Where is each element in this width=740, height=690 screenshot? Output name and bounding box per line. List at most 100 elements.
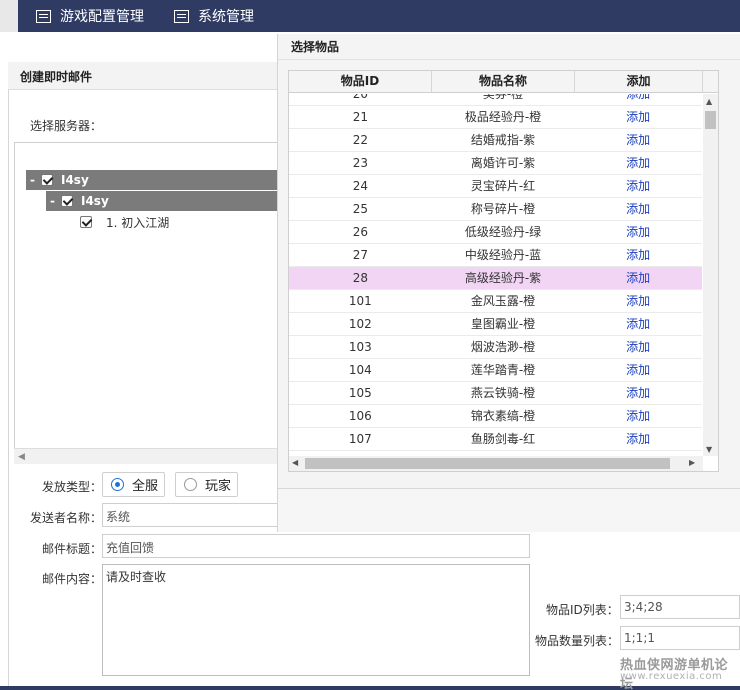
table-row[interactable]: 104 莲华踏青-橙 添加	[289, 359, 702, 382]
item-qty-label: 物品数量列表：	[535, 634, 620, 648]
page-title: 创建即时邮件	[20, 70, 93, 84]
add-item-link[interactable]: 添加	[574, 267, 702, 289]
grid-horizontal-scrollbar[interactable]: ◀ ▶	[289, 456, 703, 471]
item-id-cell: 20	[352, 94, 368, 101]
tree-horizontal-scrollbar[interactable]: ◀	[14, 448, 278, 464]
table-row[interactable]: 106 锦衣素缟-橙 添加	[289, 405, 702, 428]
item-name-cell: 称号碎片-橙	[470, 202, 536, 216]
add-item-link[interactable]: 添加	[574, 290, 702, 312]
add-item-link[interactable]: 添加	[574, 106, 702, 128]
radio-selected-icon[interactable]	[111, 478, 124, 491]
table-row[interactable]: 21 极品经验丹-橙 添加	[289, 106, 702, 129]
subject-label: 邮件标题：	[42, 542, 103, 556]
sender-input[interactable]: 系统	[102, 503, 278, 527]
item-name-cell: 锦衣素缟-橙	[470, 409, 536, 423]
table-row[interactable]: 103 烟波浩渺-橙 添加	[289, 336, 702, 359]
checkbox-child[interactable]	[60, 195, 73, 207]
checkbox-root[interactable]	[40, 174, 53, 186]
tree-node-root[interactable]: - I4sy	[26, 170, 278, 190]
collapse-icon[interactable]: -	[30, 173, 35, 187]
item-id-cell: 23	[352, 156, 368, 170]
item-name-cell: 烟波浩渺-橙	[470, 340, 536, 354]
add-item-link[interactable]: 添加	[574, 313, 702, 335]
add-item-link[interactable]: 添加	[574, 94, 702, 105]
tree-node-leaf[interactable]: 1. 初入江湖	[80, 212, 169, 232]
table-row[interactable]: 102 皇图霸业-橙 添加	[289, 313, 702, 336]
item-id-cell: 21	[352, 110, 368, 124]
table-row[interactable]: 24 灵宝碎片-红 添加	[289, 175, 702, 198]
item-name-cell: 皇图霸业-橙	[470, 317, 536, 331]
add-item-link[interactable]: 添加	[574, 129, 702, 151]
sender-label: 发送者名称：	[30, 511, 103, 525]
column-header-id[interactable]: 物品ID	[289, 71, 432, 93]
scroll-thumb[interactable]	[705, 111, 716, 129]
item-name-cell: 中级经验丹-蓝	[464, 248, 542, 262]
table-row[interactable]: 26 低级经验丹-绿 添加	[289, 221, 702, 244]
item-id-cell: 104	[348, 363, 372, 377]
item-name-cell: 奖券-橙	[482, 94, 524, 101]
add-item-link[interactable]: 添加	[574, 428, 702, 450]
table-row[interactable]: 27 中级经验丹-蓝 添加	[289, 244, 702, 267]
nav-item-game-config[interactable]: 游戏配置管理	[36, 0, 144, 32]
item-ids-input[interactable]: 3;4;28	[620, 595, 740, 619]
add-item-link[interactable]: 添加	[574, 198, 702, 220]
list-icon	[36, 9, 51, 23]
item-ids-label: 物品ID列表：	[546, 603, 619, 617]
nav-left-strip	[0, 0, 18, 32]
item-name-cell: 结婚戒指-紫	[470, 133, 536, 147]
scroll-thumb[interactable]	[305, 458, 670, 469]
add-item-link[interactable]: 添加	[574, 359, 702, 381]
table-row[interactable]: 23 离婚许可-紫 添加	[289, 152, 702, 175]
add-item-link[interactable]: 添加	[574, 221, 702, 243]
table-row[interactable]: 22 结婚戒指-紫 添加	[289, 129, 702, 152]
table-row[interactable]: 101 金风玉露-橙 添加	[289, 290, 702, 313]
checkbox-leaf[interactable]	[80, 216, 92, 228]
tree-node-child[interactable]: - I4sy	[46, 191, 278, 211]
scroll-up-icon[interactable]: ▲	[706, 97, 712, 106]
scroll-down-icon[interactable]: ▼	[706, 445, 712, 454]
nav-item-label: 游戏配置管理	[60, 9, 144, 25]
grid-body: 20 奖券-橙 添加 21 极品经验丹-橙 添加 22 结婚戒指-紫 添加 23 离婚许可-紫 添加 2…	[289, 94, 702, 456]
scroll-left-icon[interactable]: ◀	[18, 452, 25, 462]
item-id-cell: 105	[348, 386, 372, 400]
add-item-link[interactable]: 添加	[574, 382, 702, 404]
dialog-header: 选择物品	[278, 34, 740, 60]
column-header-add[interactable]: 添加	[575, 71, 703, 93]
scroll-left-icon[interactable]: ◀	[292, 458, 298, 467]
item-id-cell: 106	[348, 409, 372, 423]
tree-node-label: 1. 初入江湖	[106, 215, 170, 230]
radio-all-server[interactable]: 全服	[102, 472, 165, 497]
table-row[interactable]: 28 高级经验丹-紫 添加	[289, 267, 702, 290]
subject-input[interactable]: 充值回馈	[102, 534, 530, 558]
add-item-link[interactable]: 添加	[574, 244, 702, 266]
item-id-cell: 24	[352, 179, 368, 193]
radio-player[interactable]: 玩家	[175, 472, 238, 497]
send-type-label: 发放类型：	[42, 480, 103, 494]
item-id-cell: 26	[352, 225, 368, 239]
table-row[interactable]: 20 奖券-橙 添加	[289, 94, 702, 106]
scroll-right-icon[interactable]: ▶	[689, 458, 695, 467]
add-item-link[interactable]: 添加	[574, 405, 702, 427]
table-row[interactable]: 105 燕云铁骑-橙 添加	[289, 382, 702, 405]
grid-vertical-scrollbar[interactable]: ▲ ▼	[703, 94, 718, 456]
collapse-icon[interactable]: -	[50, 194, 55, 208]
column-header-name[interactable]: 物品名称	[432, 71, 575, 93]
item-id-cell: 102	[348, 317, 372, 331]
add-item-link[interactable]: 添加	[574, 336, 702, 358]
item-name-cell: 燕云铁骑-橙	[470, 386, 536, 400]
table-row[interactable]: 25 称号碎片-橙 添加	[289, 198, 702, 221]
add-item-link[interactable]: 添加	[574, 152, 702, 174]
table-row[interactable]: 107 鱼肠剑毒-红 添加	[289, 428, 702, 451]
item-grid: 物品ID 物品名称 添加 20 奖券-橙 添加 21 极品经验丹-橙 添加 22 结婚戒指-紫…	[288, 70, 719, 472]
item-name-cell: 极品经验丹-橙	[464, 110, 542, 124]
item-name-cell: 灵宝碎片-红	[470, 179, 536, 193]
content-textarea[interactable]: 请及时查收	[102, 564, 530, 676]
list-icon	[174, 9, 189, 23]
item-qty-input[interactable]: 1;1;1	[620, 626, 740, 650]
item-id-cell: 101	[348, 294, 372, 308]
add-item-link[interactable]: 添加	[574, 175, 702, 197]
item-id-cell: 28	[352, 271, 368, 285]
radio-unselected-icon[interactable]	[184, 478, 197, 491]
dialog-footer	[278, 488, 740, 532]
nav-item-system[interactable]: 系统管理	[174, 0, 254, 32]
